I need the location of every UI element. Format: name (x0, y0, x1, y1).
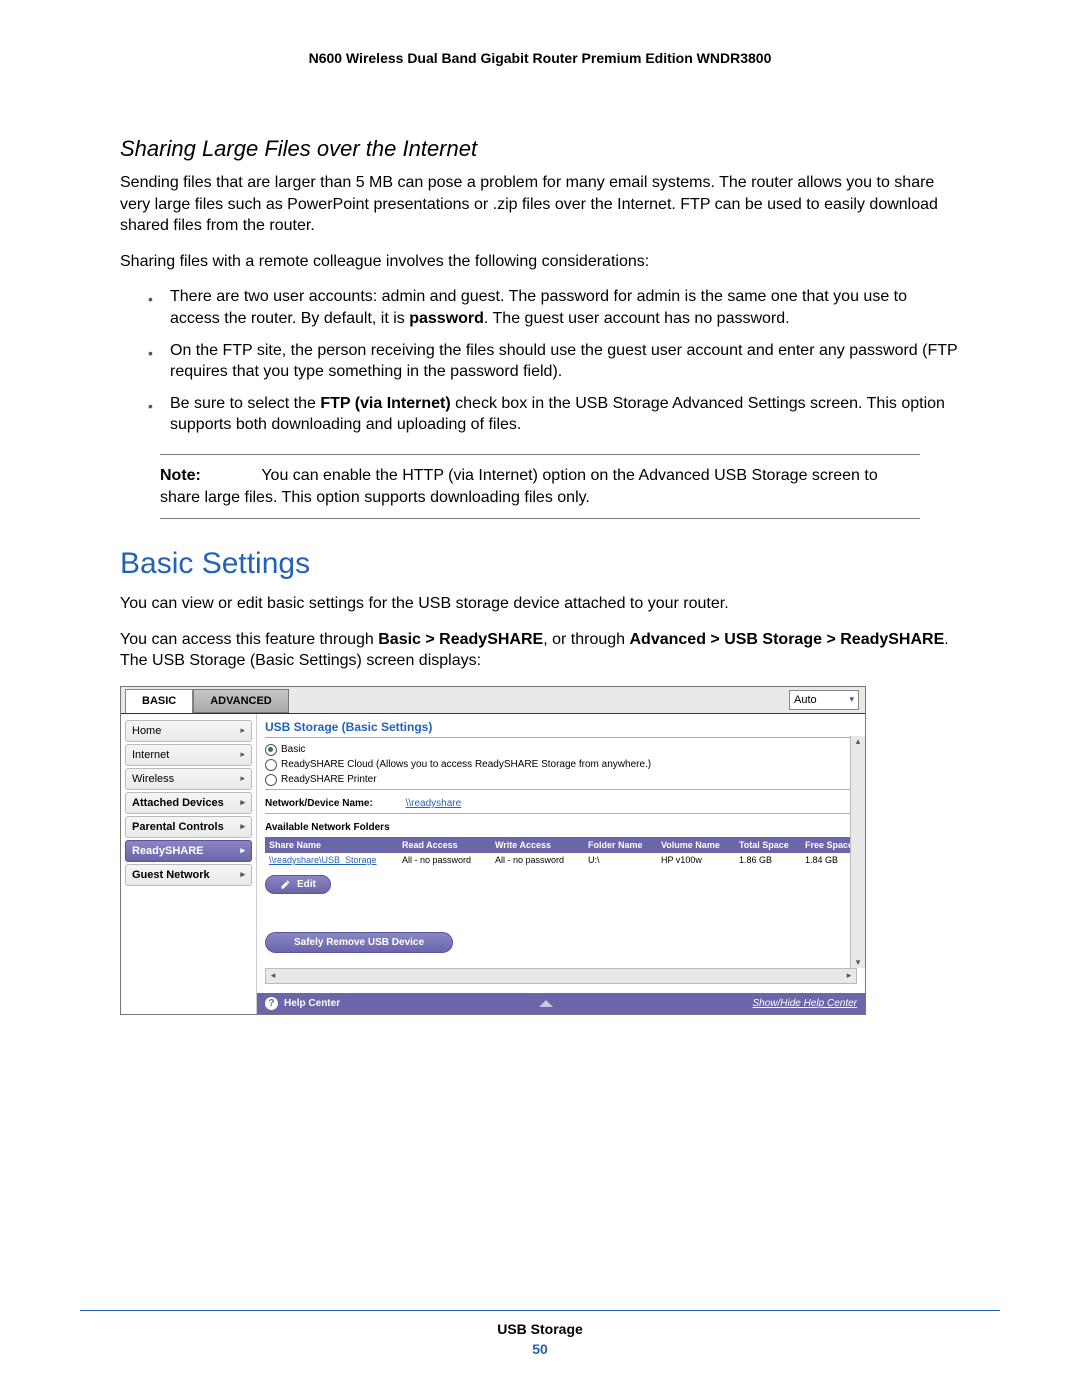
chevron-right-icon: ▸ (240, 749, 245, 760)
sidebar-item-readyshare[interactable]: ReadySHARE▸ (125, 840, 252, 862)
doc-header: N600 Wireless Dual Band Gigabit Router P… (120, 50, 960, 66)
body-paragraph: Sending files that are larger than 5 MB … (120, 172, 960, 237)
radio-readyshare-printer[interactable]: ReadySHARE Printer (265, 774, 857, 786)
footer-title: USB Storage (0, 1321, 1080, 1337)
radio-off-icon (265, 759, 277, 771)
section-title: Sharing Large Files over the Internet (120, 136, 960, 162)
share-name-link[interactable]: \\readyshare\USB_Storage (265, 855, 398, 865)
tab-advanced[interactable]: ADVANCED (193, 689, 289, 713)
bullet-list: There are two user accounts: admin and g… (120, 286, 960, 436)
network-device-name-row: Network/Device Name: \\readyshare (265, 798, 857, 809)
chevron-right-icon: ▸ (240, 845, 245, 856)
sidebar-item-internet[interactable]: Internet▸ (125, 744, 252, 766)
tab-basic[interactable]: BASIC (125, 689, 193, 713)
note-box: Note: You can enable the HTTP (via Inter… (160, 454, 920, 519)
radio-basic[interactable]: Basic (265, 744, 857, 756)
note-label: Note: (160, 467, 201, 484)
help-icon: ? (265, 997, 278, 1010)
list-item: There are two user accounts: admin and g… (170, 286, 960, 329)
help-center-bar[interactable]: ? Help Center Show/Hide Help Center (257, 993, 865, 1014)
chevron-right-icon: ▸ (240, 869, 245, 880)
body-paragraph: You can access this feature through Basi… (120, 629, 960, 672)
scroll-up-icon: ▴ (851, 736, 865, 747)
safely-remove-button[interactable]: Safely Remove USB Device (265, 932, 453, 953)
pencil-icon (280, 879, 291, 890)
radio-readyshare-cloud[interactable]: ReadySHARE Cloud (Allows you to access R… (265, 759, 857, 771)
readyshare-link[interactable]: \\readyshare (406, 798, 462, 809)
page-footer: USB Storage 50 (0, 1310, 1080, 1357)
horizontal-scrollbar[interactable]: ◂ ▸ (265, 968, 857, 984)
body-paragraph: Sharing files with a remote colleague in… (120, 251, 960, 273)
available-folders-label: Available Network Folders (265, 822, 857, 833)
body-paragraph: You can view or edit basic settings for … (120, 593, 960, 615)
chevron-right-icon: ▸ (240, 797, 245, 808)
edit-button[interactable]: Edit (265, 875, 331, 894)
sidebar-item-home[interactable]: Home▸ (125, 720, 252, 742)
table-row: \\readyshare\USB_Storage All - no passwo… (265, 853, 857, 867)
sidebar-item-wireless[interactable]: Wireless▸ (125, 768, 252, 790)
heading-basic-settings: Basic Settings (120, 547, 960, 581)
radio-off-icon (265, 774, 277, 786)
note-text: You can enable the HTTP (via Internet) o… (160, 467, 878, 506)
vertical-scrollbar[interactable]: ▴ ▾ (850, 736, 865, 968)
panel-title: USB Storage (Basic Settings) (265, 720, 857, 734)
chevron-right-icon: ▸ (240, 773, 245, 784)
scroll-right-icon: ▸ (842, 970, 856, 981)
sidebar-nav: Home▸ Internet▸ Wireless▸ Attached Devic… (121, 714, 256, 1014)
footer-page-number: 50 (0, 1341, 1080, 1357)
list-item: On the FTP site, the person receiving th… (170, 340, 960, 383)
scroll-down-icon: ▾ (851, 957, 865, 968)
sidebar-item-attached-devices[interactable]: Attached Devices▸ (125, 792, 252, 814)
chevron-down-icon: ▾ (849, 694, 854, 705)
scroll-left-icon: ◂ (266, 970, 280, 981)
triangle-up-icon (539, 1000, 553, 1007)
sidebar-item-parental-controls[interactable]: Parental Controls▸ (125, 816, 252, 838)
chevron-right-icon: ▸ (240, 725, 245, 736)
language-select[interactable]: Auto ▾ (789, 690, 859, 710)
chevron-right-icon: ▸ (240, 821, 245, 832)
show-hide-help-link[interactable]: Show/Hide Help Center (753, 998, 858, 1009)
sidebar-item-guest-network[interactable]: Guest Network▸ (125, 864, 252, 886)
list-item: Be sure to select the FTP (via Internet)… (170, 393, 960, 436)
router-ui-screenshot: BASIC ADVANCED Auto ▾ Home▸ Internet▸ Wi… (120, 686, 866, 1015)
table-header: Share Name Read Access Write Access Fold… (265, 837, 857, 853)
radio-on-icon (265, 744, 277, 756)
